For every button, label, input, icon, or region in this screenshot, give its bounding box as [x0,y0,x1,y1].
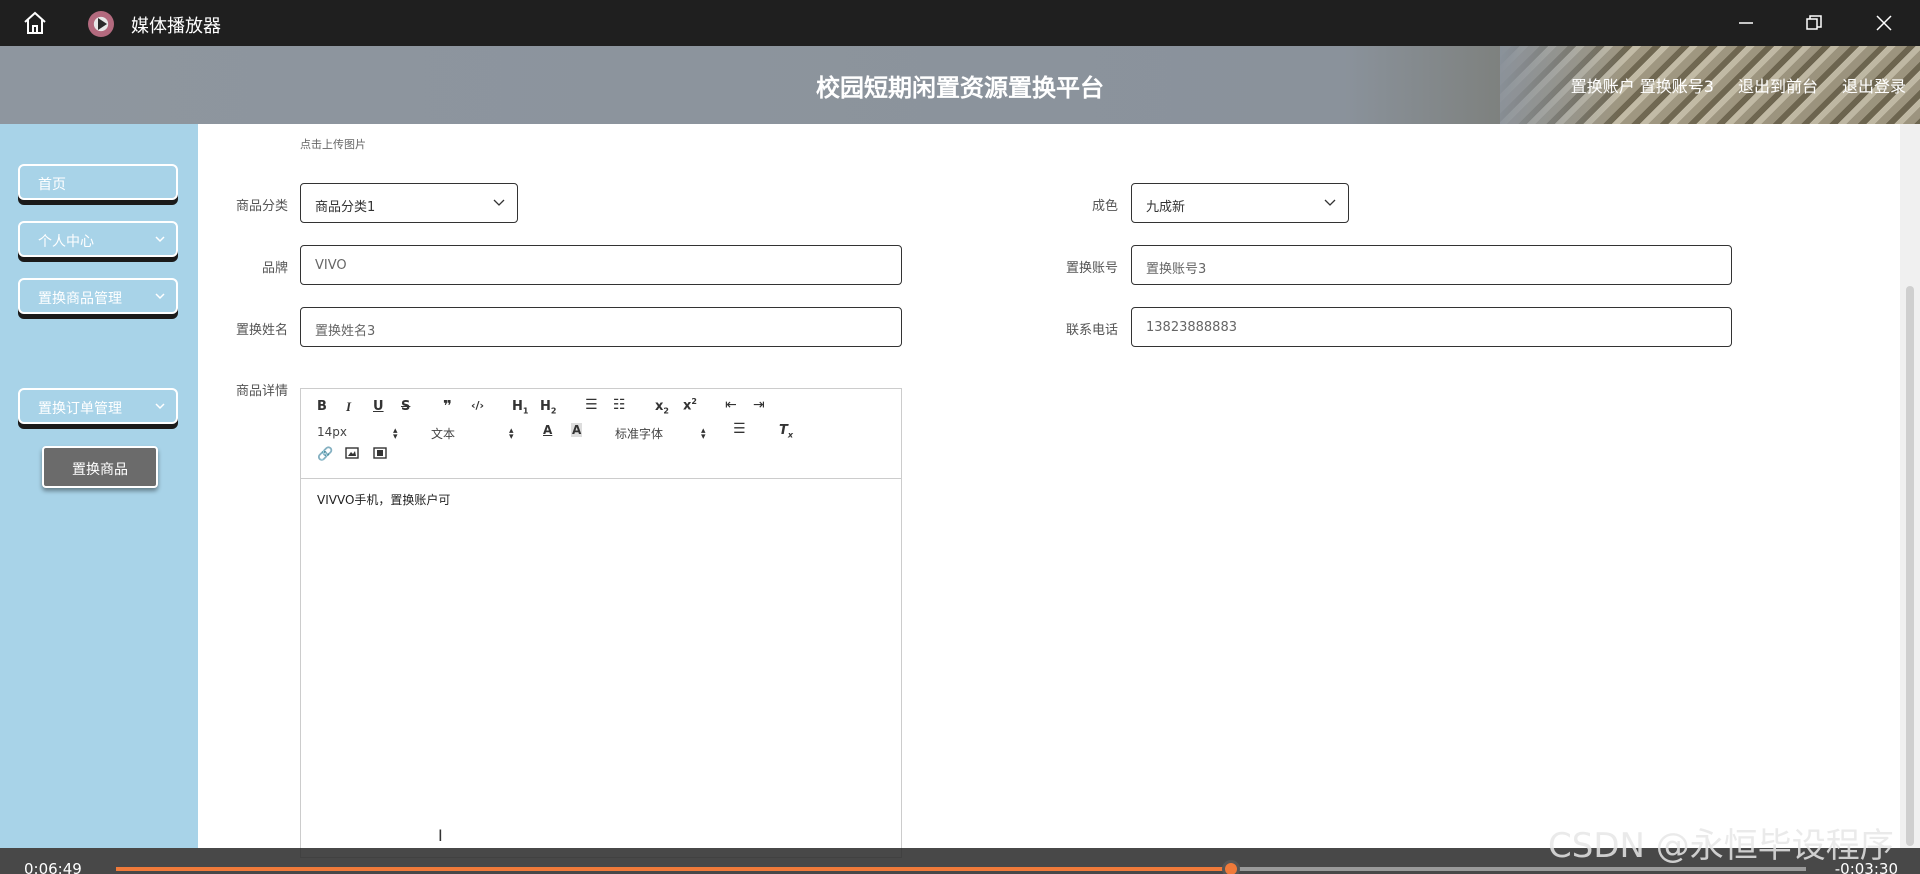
heading1-icon[interactable]: H1 [512,399,528,416]
account-value: 置换账号3 [1146,262,1207,277]
scrollbar-thumb[interactable] [1906,286,1914,846]
text-cursor-icon: I [438,826,443,845]
condition-label: 成色 [1091,199,1118,214]
underline-icon[interactable]: U [373,399,384,414]
subscript-icon[interactable]: x2 [655,399,669,416]
brand-value: VIVO [315,258,347,273]
chevron-down-icon [155,236,165,243]
sidebar: 首页 个人中心 置换商品管理 置换商品 置换订单管理 [0,124,198,848]
font-size-value: 14px [317,425,347,439]
font-color-icon[interactable]: A [543,423,552,437]
site-header: 校园短期闲置资源置换平台 置换账户 置换账号3 退出到前台 退出登录 [0,46,1920,124]
phone-value: 13823888883 [1146,320,1237,335]
sidebar-item-goods-management[interactable]: 置换商品管理 [18,278,178,314]
sidebar-item-label: 置换商品管理 [38,291,122,307]
elapsed-time: 0:06:49 [24,860,82,874]
name-label: 置换姓名 [235,323,288,338]
brand-label: 品牌 [261,261,288,276]
image-icon[interactable] [345,447,359,463]
font-family-select[interactable]: 标准字体 ▴ ▾ [615,425,711,443]
close-button[interactable] [1862,8,1908,38]
sidebar-item-home[interactable]: 首页 [18,164,178,200]
account-label: 置换账号 [1065,261,1118,276]
upload-image-hint[interactable]: 点击上传图片 [300,136,366,152]
ordered-list-icon[interactable]: ☰ [585,397,598,413]
condition-select[interactable]: 九成新 [1131,183,1349,223]
clear-format-icon[interactable]: Tx [779,423,793,440]
name-value: 置换姓名3 [315,324,376,339]
video-icon[interactable] [373,447,387,463]
sidebar-item-label: 置换订单管理 [38,401,122,417]
bold-icon[interactable]: B [317,399,327,414]
restore-button[interactable] [1792,8,1838,38]
outdent-icon[interactable]: ⇤ [725,397,737,413]
logout-link[interactable]: 退出登录 [1842,73,1906,97]
name-field[interactable]: 置换姓名3 [300,307,902,347]
header-links: 置换账户 置换账号3 退出到前台 退出登录 [1571,73,1906,97]
window-titlebar: 媒体播放器 [0,0,1920,46]
indent-icon[interactable]: ⇥ [753,397,765,413]
category-label: 商品分类 [235,199,288,214]
exit-to-front-link[interactable]: 退出到前台 [1738,73,1818,97]
category-select[interactable]: 商品分类1 [300,183,518,223]
media-player-icon [88,11,114,37]
sidebar-item-order-management[interactable]: 置换订单管理 [18,388,178,424]
paragraph-select[interactable]: 文本 ▴ ▾ [431,425,517,443]
paragraph-value: 文本 [431,427,456,441]
updown-icon: ▾ [509,432,514,442]
font-size-select[interactable]: 14px ▴ ▾ [317,425,407,443]
account-field[interactable]: 置换账号3 [1131,245,1732,285]
heading2-icon[interactable]: H2 [540,399,556,416]
blockquote-icon[interactable]: ❞ [443,397,452,415]
chevron-down-icon [155,293,165,300]
phone-label: 联系电话 [1065,323,1118,338]
seek-bar[interactable] [116,860,1806,874]
brand-field[interactable]: VIVO [300,245,902,285]
phone-field[interactable]: 13823888883 [1131,307,1732,347]
updown-icon: ▾ [393,432,398,442]
editor-content[interactable]: VIVVO手机，置换账户可 [317,491,450,508]
sidebar-item-label: 首页 [38,177,66,193]
bullet-list-icon[interactable]: ☷ [613,397,626,413]
italic-icon[interactable]: I [346,399,351,415]
chevron-down-icon [493,199,505,206]
sidebar-item-personal-center[interactable]: 个人中心 [18,221,178,257]
seek-bar-progress [116,867,1232,871]
align-icon[interactable]: ☰ [733,421,746,437]
editor-toolbar: B I U S ❞ ‹/› H1 H2 ☰ ☷ x2 x2 ⇤ ⇥ 14px ▴… [301,389,901,479]
window-title: 媒体播放器 [131,16,221,37]
csdn-watermark: CSDN @永恒毕设程序 [1548,826,1894,866]
condition-value: 九成新 [1146,200,1186,215]
minimize-button[interactable] [1724,8,1770,38]
background-color-icon[interactable]: A [571,423,583,437]
code-block-icon[interactable]: ‹/› [471,399,484,412]
chevron-down-icon [1324,199,1336,206]
chevron-down-icon [155,403,165,410]
font-family-value: 标准字体 [615,427,664,441]
vertical-scrollbar[interactable] [1900,124,1920,848]
seek-bar-handle[interactable] [1222,860,1241,874]
category-value: 商品分类1 [315,200,376,215]
detail-label: 商品详情 [235,384,288,399]
link-icon[interactable]: 🔗 [317,447,333,462]
sidebar-item-label: 个人中心 [38,234,94,250]
superscript-icon[interactable]: x2 [683,397,697,413]
strikethrough-icon[interactable]: S [401,399,410,414]
sidebar-subitem-goods[interactable]: 置换商品 [42,446,158,488]
account-info: 置换账户 置换账号3 [1570,77,1714,96]
updown-icon: ▾ [701,432,706,442]
rich-text-editor[interactable]: B I U S ❞ ‹/› H1 H2 ☰ ☷ x2 x2 ⇤ ⇥ 14px ▴… [300,388,902,858]
sidebar-subitem-label: 置换商品 [72,462,128,478]
home-icon[interactable] [22,11,48,35]
